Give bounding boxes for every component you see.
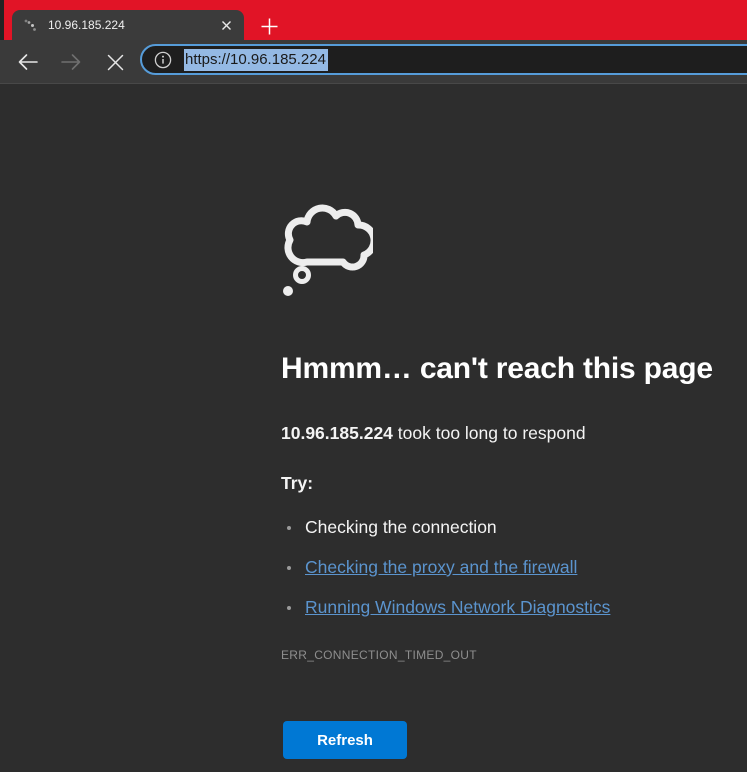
thought-cloud-icon (281, 202, 373, 308)
loading-spinner-icon (22, 16, 40, 34)
stop-button[interactable] (98, 45, 132, 79)
refresh-button[interactable]: Refresh (283, 721, 407, 759)
error-heading: Hmmm… can't reach this page (281, 352, 713, 386)
plus-icon (260, 17, 279, 36)
new-tab-button[interactable] (256, 13, 282, 39)
forward-arrow-icon (60, 53, 82, 71)
url-input[interactable]: https://10.96.185.224 (184, 49, 328, 71)
suggestion-item: Checking the connection (281, 509, 610, 549)
close-icon (221, 20, 232, 31)
browser-tab[interactable]: 10.96.185.224 (12, 10, 244, 40)
back-button[interactable] (11, 45, 45, 79)
suggestion-text: Checking the connection (305, 517, 497, 537)
suggestion-item: Running Windows Network Diagnostics (281, 589, 610, 629)
tab-title: 10.96.185.224 (48, 18, 216, 32)
forward-button[interactable] (54, 45, 88, 79)
error-code: ERR_CONNECTION_TIMED_OUT (281, 648, 477, 662)
suggestion-item: Checking the proxy and the firewall (281, 549, 610, 589)
back-arrow-icon (17, 53, 39, 71)
tab-close-button[interactable] (216, 15, 236, 35)
suggestion-list: Checking the connection Checking the pro… (281, 509, 610, 629)
error-subtitle-rest: took too long to respond (393, 423, 586, 443)
page-content: Hmmm… can't reach this page 10.96.185.22… (0, 85, 747, 772)
proxy-firewall-link[interactable]: Checking the proxy and the firewall (305, 557, 577, 577)
error-host: 10.96.185.224 (281, 423, 393, 443)
info-icon[interactable] (154, 51, 172, 69)
try-label: Try: (281, 473, 313, 494)
address-bar[interactable]: https://10.96.185.224 (140, 44, 747, 75)
error-subtitle: 10.96.185.224 took too long to respond (281, 423, 586, 444)
url-selected-text: https://10.96.185.224 (184, 49, 328, 71)
tab-strip: 10.96.185.224 (0, 0, 747, 40)
network-diagnostics-link[interactable]: Running Windows Network Diagnostics (305, 597, 610, 617)
stop-icon (107, 54, 124, 71)
window-edge (0, 0, 4, 40)
